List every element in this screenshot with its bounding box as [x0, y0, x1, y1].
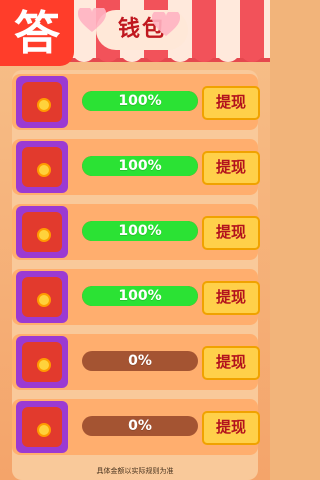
heart-icon [152, 12, 180, 36]
list-item: 100% 提现 [12, 269, 260, 325]
progress-bar: 0% [82, 351, 198, 371]
withdraw-button[interactable]: 提现 [202, 216, 260, 250]
progress-label: 0% [128, 353, 152, 369]
list-item: 0% 提现 [12, 334, 260, 390]
progress-label: 100% [118, 93, 162, 109]
red-envelope-icon [16, 336, 68, 388]
withdraw-button[interactable]: 提现 [202, 151, 260, 185]
list-item: 100% 提现 [12, 204, 260, 260]
list-item: 100% 提现 [12, 74, 260, 130]
app-logo: 答 [0, 0, 74, 66]
withdraw-button[interactable]: 提现 [202, 411, 260, 445]
withdraw-button[interactable]: 提现 [202, 281, 260, 315]
withdraw-button[interactable]: 提现 [202, 86, 260, 120]
progress-bar: 100% [82, 91, 198, 111]
progress-label: 0% [128, 418, 152, 434]
red-envelope-icon [16, 271, 68, 323]
progress-bar: 100% [82, 221, 198, 241]
progress-bar: 100% [82, 286, 198, 306]
progress-label: 100% [118, 288, 162, 304]
list-item: 0% 提现 [12, 399, 260, 455]
list-item: 100% 提现 [12, 139, 260, 195]
heart-icon [78, 8, 106, 32]
red-envelope-icon [16, 141, 68, 193]
progress-label: 100% [118, 158, 162, 174]
red-envelope-icon [16, 76, 68, 128]
withdraw-button[interactable]: 提现 [202, 346, 260, 380]
footer-note: 具体金额以实际规则为准 [96, 467, 174, 475]
red-envelope-icon [16, 401, 68, 453]
progress-bar: 100% [82, 156, 198, 176]
progress-bar: 0% [82, 416, 198, 436]
progress-label: 100% [118, 223, 162, 239]
red-envelope-icon [16, 206, 68, 258]
